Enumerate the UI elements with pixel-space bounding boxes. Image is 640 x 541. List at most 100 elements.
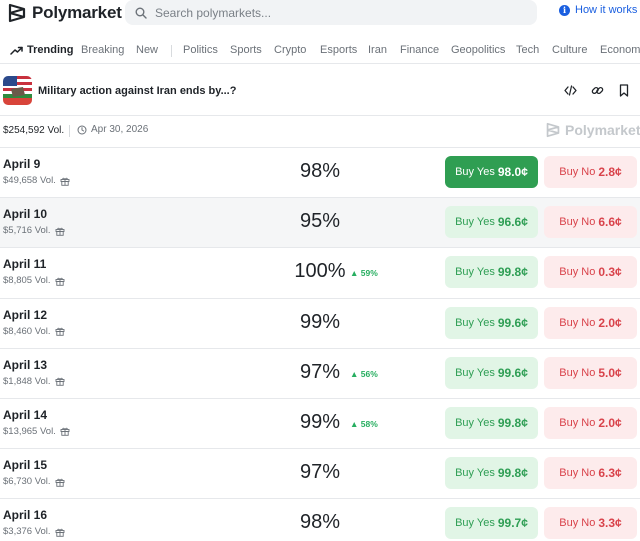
nav-economy[interactable]: Economy xyxy=(600,44,640,56)
buy-yes-price: 99.7¢ xyxy=(497,516,528,531)
gift-icon xyxy=(55,378,64,386)
nav-new[interactable]: New xyxy=(136,44,158,56)
polymarket-logo-icon xyxy=(8,3,26,23)
info-icon: i xyxy=(559,4,570,16)
outcome-row[interactable]: April 16 $3,376 Vol. 98% Buy Yes 99.7¢ Bu… xyxy=(0,499,640,541)
market-title: Military action against Iran ends by...? xyxy=(38,85,237,97)
buy-no-button[interactable]: Buy No 5.0¢ xyxy=(544,356,637,389)
outcome-row[interactable]: April 13 $1,848 Vol. 97% ▲ 56% Buy Yes 99… xyxy=(0,348,640,399)
market-volume: $254,592 Vol. xyxy=(3,125,65,136)
outcome-volume-label: $1,848 Vol. xyxy=(3,375,51,387)
buy-yes-button[interactable]: Buy Yes 99.8¢ xyxy=(445,406,538,439)
buy-no-button[interactable]: Buy No 2.0¢ xyxy=(544,406,637,439)
outcome-row[interactable]: April 14 $13,965 Vol. 99% ▲ 58% Buy Yes 9… xyxy=(0,398,640,450)
buy-yes-price: 99.8¢ xyxy=(497,265,528,280)
trending-icon xyxy=(10,46,23,55)
buy-yes-button[interactable]: Buy Yes 99.6¢ xyxy=(445,356,538,389)
outcome-date: April 12 xyxy=(3,307,48,322)
buy-no-price: 2.0¢ xyxy=(598,315,622,330)
buy-yes-price: 99.6¢ xyxy=(497,315,528,330)
buy-no-label: Buy No xyxy=(559,366,596,379)
outcome-list: April 9 $49,658 Vol. 98% Buy Yes 98.0¢ Bu… xyxy=(0,148,640,541)
buy-no-label: Buy No xyxy=(559,517,596,530)
outcome-row[interactable]: April 12 $8,460 Vol. 99% Buy Yes 99.6¢ Bu… xyxy=(0,298,640,349)
outcome-probability: 97% xyxy=(299,461,341,484)
outcome-change: ▲ 59% xyxy=(350,268,378,279)
gift-icon xyxy=(60,177,70,186)
buy-no-button[interactable]: Buy No 6.6¢ xyxy=(544,206,637,239)
nav-trending-label: Trending xyxy=(27,44,74,56)
buy-yes-button[interactable]: Buy Yes 98.0¢ xyxy=(445,156,538,188)
nav-politics[interactable]: Politics xyxy=(183,44,218,56)
buy-yes-button[interactable]: Buy Yes 99.8¢ xyxy=(445,256,538,289)
meta-divider xyxy=(69,125,70,137)
buy-yes-label: Buy Yes xyxy=(455,366,495,379)
buy-yes-button[interactable]: Buy Yes 99.8¢ xyxy=(445,457,538,490)
outcome-volume-label: $8,805 Vol. xyxy=(3,275,51,287)
how-it-works-label: How it works xyxy=(575,4,638,16)
outcome-row[interactable]: April 10 $5,716 Vol. 95% Buy Yes 96.6¢ Bu… xyxy=(0,198,640,249)
brand-name: Polymarket xyxy=(32,3,122,22)
buy-no-button[interactable]: Buy No 0.3¢ xyxy=(544,256,637,289)
gift-icon xyxy=(60,428,70,437)
buy-yes-label: Buy Yes xyxy=(455,467,495,480)
buy-yes-label: Buy Yes xyxy=(455,316,495,329)
outcome-volume-label: $5,716 Vol. xyxy=(3,225,51,237)
buy-yes-label: Buy Yes xyxy=(455,416,495,429)
gift-icon xyxy=(55,277,64,286)
nav-tech[interactable]: Tech xyxy=(516,44,539,56)
link-icon xyxy=(591,86,603,94)
brand-logo[interactable]: Polymarket xyxy=(8,2,122,24)
outcome-row[interactable]: April 15 $6,730 Vol. 97% Buy Yes 99.8¢ Bu… xyxy=(0,449,640,500)
bookmark-button[interactable] xyxy=(617,83,631,97)
nav-breaking[interactable]: Breaking xyxy=(81,44,124,56)
buy-yes-button[interactable]: Buy Yes 99.7¢ xyxy=(445,507,538,540)
category-nav: Trending Breaking New Politics Sports Cr… xyxy=(0,36,640,64)
search-bar[interactable] xyxy=(125,0,537,25)
gift-icon xyxy=(55,227,64,236)
outcome-change: ▲ 58% xyxy=(350,418,378,429)
outcome-date: April 13 xyxy=(3,357,48,372)
outcome-date: April 11 xyxy=(3,257,47,272)
nav-esports[interactable]: Esports xyxy=(320,44,357,56)
gift-icon xyxy=(55,327,64,336)
search-input[interactable] xyxy=(155,5,515,20)
outcome-row[interactable]: April 9 $49,658 Vol. 98% Buy Yes 98.0¢ Bu… xyxy=(0,148,640,199)
buy-yes-button[interactable]: Buy Yes 96.6¢ xyxy=(445,206,538,239)
outcome-date: April 16 xyxy=(3,508,48,523)
outcome-probability: 99% xyxy=(299,310,341,333)
nav-geopolitics[interactable]: Geopolitics xyxy=(451,44,505,56)
nav-crypto[interactable]: Crypto xyxy=(274,44,306,56)
end-date-label: Apr 30, 2026 xyxy=(91,124,149,135)
embed-button[interactable] xyxy=(563,83,577,97)
buy-no-button[interactable]: Buy No 6.3¢ xyxy=(544,457,637,490)
nav-iran[interactable]: Iran xyxy=(368,44,387,56)
buy-no-price: 6.6¢ xyxy=(598,215,622,230)
buy-no-label: Buy No xyxy=(559,316,596,329)
buy-no-label: Buy No xyxy=(559,467,596,480)
buy-yes-price: 99.8¢ xyxy=(497,415,528,430)
copy-link-button[interactable] xyxy=(590,83,604,97)
outcome-row[interactable]: April 11 $8,805 Vol. 100% ▲ 59% Buy Yes 9… xyxy=(0,248,640,299)
outcome-volume: $6,730 Vol. xyxy=(3,476,65,487)
buy-no-button[interactable]: Buy No 3.3¢ xyxy=(544,507,637,540)
how-it-works-link[interactable]: i How it works xyxy=(559,4,637,16)
outcome-date: April 9 xyxy=(3,157,41,171)
nav-culture[interactable]: Culture xyxy=(552,44,587,56)
clock-icon xyxy=(77,125,87,134)
buy-yes-label: Buy Yes xyxy=(455,517,495,530)
outcome-volume: $8,805 Vol. xyxy=(3,275,65,286)
nav-sports[interactable]: Sports xyxy=(230,44,262,56)
outcome-change-value: 58% xyxy=(360,418,378,429)
buy-no-button[interactable]: Buy No 2.0¢ xyxy=(544,306,637,339)
buy-no-button[interactable]: Buy No 2.8¢ xyxy=(544,156,637,188)
buy-no-label: Buy No xyxy=(559,216,596,229)
buy-yes-button[interactable]: Buy Yes 99.6¢ xyxy=(445,306,538,339)
outcome-volume-label: $49,658 Vol. xyxy=(3,175,56,186)
bookmark-icon xyxy=(619,83,629,97)
market-meta: $254,592 Vol. Apr 30, 2026 Polymarket xyxy=(0,116,640,148)
nav-trending[interactable]: Trending xyxy=(10,44,73,56)
outcome-volume: $1,848 Vol. xyxy=(3,376,65,387)
outcome-volume: $5,716 Vol. xyxy=(3,225,65,236)
nav-finance[interactable]: Finance xyxy=(400,44,439,56)
